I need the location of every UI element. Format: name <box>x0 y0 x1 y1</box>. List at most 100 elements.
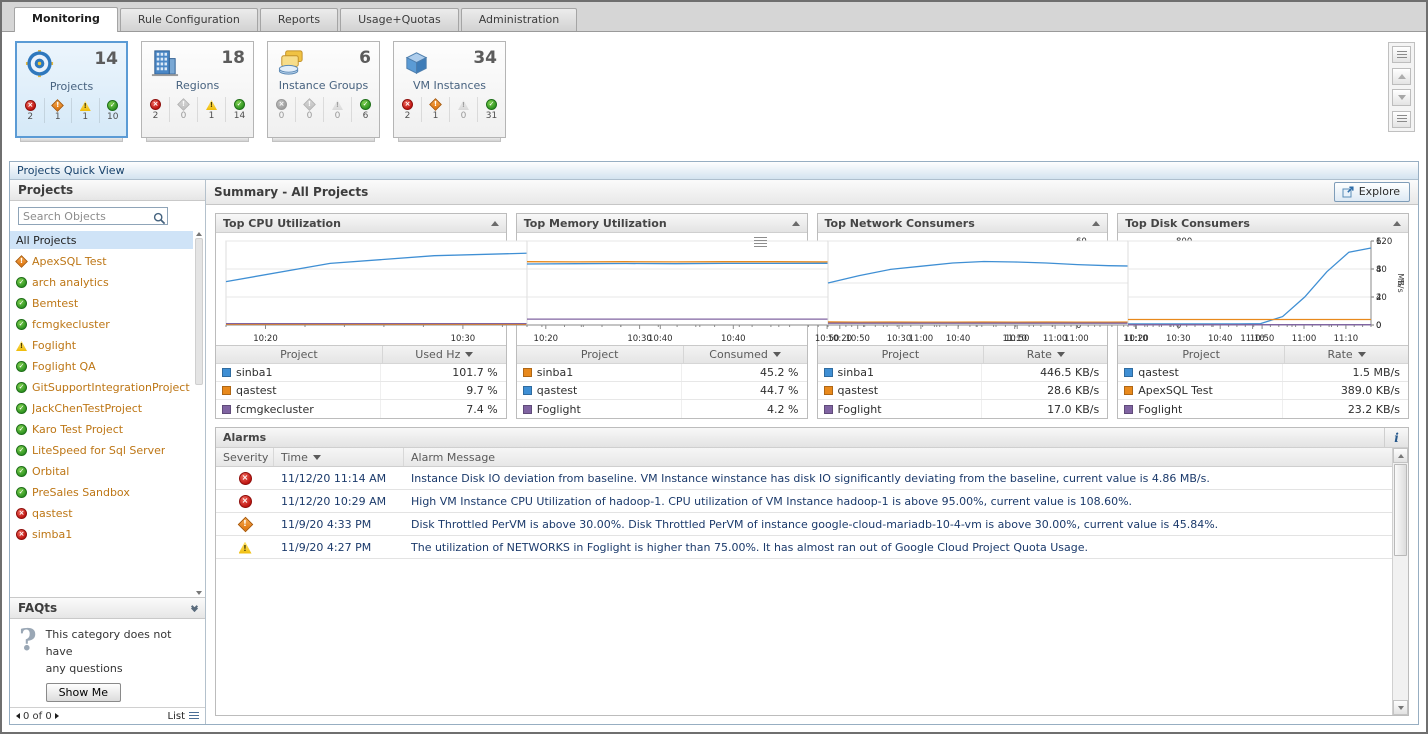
project-item-gitsupportintegrationproject[interactable]: ✓GitSupportIntegrationProject <box>10 377 193 398</box>
collapse-icon[interactable] <box>792 221 800 226</box>
status-normal-count[interactable]: ✓10 <box>99 98 127 123</box>
pager-prev-icon[interactable] <box>16 713 20 719</box>
legend-row-qastest[interactable]: qastest1.5 MB/s <box>1118 364 1408 382</box>
legend-row-foglight[interactable]: Foglight4.2 % <box>517 400 807 418</box>
list-icon <box>189 712 199 720</box>
status-fatal-count[interactable]: ×2 <box>17 98 44 123</box>
status-critical-count[interactable]: !1 <box>44 98 72 123</box>
legend-row-foglight[interactable]: Foglight17.0 KB/s <box>818 400 1108 418</box>
tile-vm-instances[interactable]: 34VM Instances×2!1!0✓31 <box>393 41 506 158</box>
legend-row-qastest[interactable]: qastest44.7 % <box>517 382 807 400</box>
collapse-icon[interactable] <box>1393 221 1401 226</box>
status-fatal-count[interactable]: ×2 <box>142 97 169 122</box>
normal-status-icon: ✓ <box>234 99 245 110</box>
project-list-items: !ApexSQL Test✓arch analytics✓Bemtest✓fcm… <box>10 251 193 545</box>
project-item-karo-test-project[interactable]: ✓Karo Test Project <box>10 419 193 440</box>
svg-text:10:20: 10:20 <box>1124 334 1149 344</box>
value-column-header[interactable]: Consumed <box>684 346 807 363</box>
scroll-up-icon[interactable] <box>196 232 202 236</box>
status-fatal-count[interactable]: ×2 <box>394 97 421 122</box>
status-critical-count[interactable]: !0 <box>295 97 323 122</box>
project-item-presales-sandbox[interactable]: ✓PreSales Sandbox <box>10 482 193 503</box>
svg-text:10:30: 10:30 <box>886 334 911 344</box>
search-icon[interactable] <box>153 212 166 225</box>
project-item-jackchentestproject[interactable]: ✓JackChenTestProject <box>10 398 193 419</box>
all-projects-item[interactable]: All Projects <box>10 231 193 249</box>
svg-text:11:00: 11:00 <box>1064 334 1089 344</box>
collapse-icon[interactable] <box>491 221 499 226</box>
legend-row-qastest[interactable]: qastest9.7 % <box>216 382 506 400</box>
scrollbar-thumb[interactable] <box>1394 464 1407 556</box>
project-item-foglight[interactable]: !Foglight <box>10 335 193 356</box>
project-item-litespeed-for-sql-server[interactable]: ✓LiteSpeed for Sql Server <box>10 440 193 461</box>
tile-regions[interactable]: 18Regions×2!0!1✓14 <box>141 41 254 158</box>
pager-next-icon[interactable] <box>55 713 59 719</box>
status-warning-count[interactable]: !1 <box>197 97 225 122</box>
scrollbar-thumb[interactable] <box>195 238 203 385</box>
show-me-button[interactable]: Show Me <box>46 683 121 702</box>
tile-scroll-down-button[interactable] <box>1392 89 1411 106</box>
scroll-down-button[interactable] <box>1393 700 1408 715</box>
project-item-fcmgkecluster[interactable]: ✓fcmgkecluster <box>10 314 193 335</box>
column-header-severity[interactable]: Severity <box>216 448 274 466</box>
status-critical-count[interactable]: !0 <box>169 97 197 122</box>
legend-row-sinba1[interactable]: sinba145.2 % <box>517 364 807 382</box>
project-list-scrollbar[interactable] <box>194 232 204 595</box>
tile-menu-button[interactable] <box>1392 46 1411 63</box>
alarm-row[interactable]: !11/9/20 4:27 PMThe utilization of NETWO… <box>216 536 1392 559</box>
alarm-row[interactable]: !11/9/20 4:33 PMDisk Throttled PerVM is … <box>216 513 1392 536</box>
project-item-simba1[interactable]: ×simba1 <box>10 524 193 545</box>
value-column-header[interactable]: Rate <box>1285 346 1408 363</box>
legend-row-apexsql-test[interactable]: ApexSQL Test389.0 KB/s <box>1118 382 1408 400</box>
project-item-arch-analytics[interactable]: ✓arch analytics <box>10 272 193 293</box>
tab-rule-configuration[interactable]: Rule Configuration <box>120 8 258 31</box>
normal-status-icon: ✓ <box>16 466 27 477</box>
status-warning-count[interactable]: !1 <box>71 98 99 123</box>
chart-options-icon[interactable] <box>754 237 767 247</box>
project-item-orbital[interactable]: ✓Orbital <box>10 461 193 482</box>
alarm-row[interactable]: ×11/12/20 10:29 AMHigh VM Instance CPU U… <box>216 490 1392 513</box>
legend-row-sinba1[interactable]: sinba1446.5 KB/s <box>818 364 1108 382</box>
status-normal-count[interactable]: ✓14 <box>225 97 253 122</box>
tab-administration[interactable]: Administration <box>461 8 578 31</box>
legend-row-sinba1[interactable]: sinba1101.7 % <box>216 364 506 382</box>
sidebar-title: Projects <box>18 183 73 197</box>
project-item-apexsql-test[interactable]: !ApexSQL Test <box>10 251 193 272</box>
tab-reports[interactable]: Reports <box>260 8 338 31</box>
tile-list-button[interactable] <box>1392 111 1411 128</box>
svg-text:11:00: 11:00 <box>1292 334 1317 344</box>
alarms-scrollbar[interactable] <box>1392 448 1408 715</box>
info-icon[interactable]: i <box>1384 428 1408 447</box>
tab-monitoring[interactable]: Monitoring <box>14 7 118 32</box>
sort-descending-icon <box>773 352 781 357</box>
project-item-foglight-qa[interactable]: ✓Foglight QA <box>10 356 193 377</box>
column-header-alarm-message[interactable]: Alarm Message <box>404 448 1392 466</box>
legend-row-fcmgkecluster[interactable]: fcmgkecluster7.4 % <box>216 400 506 418</box>
tile-scroll-up-button[interactable] <box>1392 68 1411 85</box>
scroll-down-icon[interactable] <box>196 591 202 595</box>
status-normal-count[interactable]: ✓6 <box>351 97 379 122</box>
status-warning-count[interactable]: !0 <box>449 97 477 122</box>
faq-list-button[interactable]: List <box>168 711 199 722</box>
project-item-qastest[interactable]: ×qastest <box>10 503 193 524</box>
status-normal-count[interactable]: ✓31 <box>477 97 505 122</box>
tile-instance-groups[interactable]: 6Instance Groups×0!0!0✓6 <box>267 41 380 158</box>
tab-usage-quotas[interactable]: Usage+Quotas <box>340 8 459 31</box>
status-critical-count[interactable]: !1 <box>421 97 449 122</box>
tile-projects[interactable]: 14Projects×2!1!1✓10 <box>15 41 128 158</box>
status-warning-count[interactable]: !0 <box>323 97 351 122</box>
alarm-row[interactable]: ×11/12/20 11:14 AMInstance Disk IO devia… <box>216 467 1392 490</box>
project-item-bemtest[interactable]: ✓Bemtest <box>10 293 193 314</box>
faqts-collapse-button[interactable] <box>192 604 197 611</box>
search-input[interactable] <box>18 207 168 225</box>
explore-button[interactable]: Explore <box>1334 182 1410 202</box>
legend-row-foglight[interactable]: Foglight23.2 KB/s <box>1118 400 1408 418</box>
status-fatal-count[interactable]: ×0 <box>268 97 295 122</box>
value-column-header[interactable]: Used Hz <box>383 346 506 363</box>
legend-row-qastest[interactable]: qastest28.6 KB/s <box>818 382 1108 400</box>
column-header-time[interactable]: Time <box>274 448 404 466</box>
value-column-header[interactable]: Rate <box>984 346 1107 363</box>
scroll-up-button[interactable] <box>1393 448 1408 463</box>
collapse-icon[interactable] <box>1092 221 1100 226</box>
series-color-swatch <box>824 368 833 377</box>
